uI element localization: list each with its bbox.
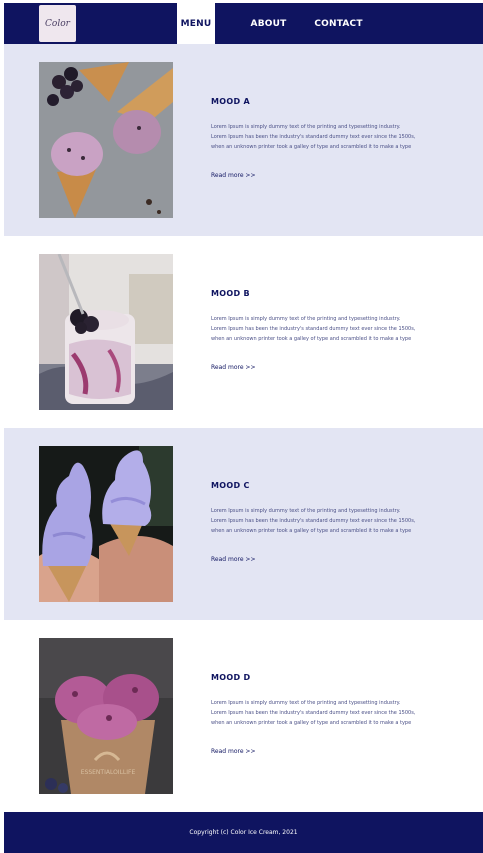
mood-section-d: ESSENTIALOILLIFE MOOD D Lorem Ipsum is s… <box>4 620 483 812</box>
nav-menu[interactable]: MENU <box>177 3 215 44</box>
mood-d-line-3: when an unknown printer took a galley of… <box>211 720 412 726</box>
photo-watermark: ESSENTIALOILLIFE <box>81 769 136 776</box>
mood-d-title: MOOD D <box>211 673 251 682</box>
mood-d-line-1: Lorem Ipsum is simply dummy text of the … <box>211 700 401 706</box>
logo-text: Color <box>45 18 70 29</box>
mood-b-photo <box>39 254 173 410</box>
mood-c-read-more-link[interactable]: Read more >> <box>211 556 256 563</box>
mood-d-photo: ESSENTIALOILLIFE <box>39 638 173 794</box>
mood-a-title: MOOD A <box>211 97 250 106</box>
mood-c-description: Lorem Ipsum is simply dummy text of the … <box>211 506 461 536</box>
mood-b-line-1: Lorem Ipsum is simply dummy text of the … <box>211 316 401 322</box>
mood-d-description: Lorem Ipsum is simply dummy text of the … <box>211 698 461 728</box>
mood-section-a: MOOD A Lorem Ipsum is simply dummy text … <box>4 44 483 236</box>
mood-c-title: MOOD C <box>211 481 250 490</box>
mood-b-line-2: Lorem Ipsum has been the industry's stan… <box>211 326 416 332</box>
mood-c-photo <box>39 446 173 602</box>
mood-b-title: MOOD B <box>211 289 250 298</box>
mood-b-description: Lorem Ipsum is simply dummy text of the … <box>211 314 461 344</box>
logo[interactable]: Color <box>39 5 76 42</box>
mood-b-line-3: when an unknown printer took a galley of… <box>211 336 412 342</box>
header: Color MENU ABOUT CONTACT <box>4 3 483 44</box>
mood-a-line-1: Lorem Ipsum is simply dummy text of the … <box>211 124 401 130</box>
mood-c-line-3: when an unknown printer took a galley of… <box>211 528 412 534</box>
page: Color MENU ABOUT CONTACT MOOD A Lorem Ip… <box>4 3 483 853</box>
nav-bar: MENU ABOUT CONTACT <box>177 3 362 44</box>
mood-a-line-2: Lorem Ipsum has been the industry's stan… <box>211 134 416 140</box>
mood-a-description: Lorem Ipsum is simply dummy text of the … <box>211 122 461 152</box>
nav-contact[interactable]: CONTACT <box>314 3 362 44</box>
mood-section-b: MOOD B Lorem Ipsum is simply dummy text … <box>4 236 483 428</box>
mood-c-line-1: Lorem Ipsum is simply dummy text of the … <box>211 508 401 514</box>
mood-a-line-3: when an unknown printer took a galley of… <box>211 144 412 150</box>
footer: Copyright (c) Color Ice Cream, 2021 <box>4 812 483 853</box>
mood-a-read-more-link[interactable]: Read more >> <box>211 172 256 179</box>
nav-about[interactable]: ABOUT <box>250 3 287 44</box>
mood-a-photo <box>39 62 173 218</box>
mood-section-c: MOOD C Lorem Ipsum is simply dummy text … <box>4 428 483 620</box>
mood-b-read-more-link[interactable]: Read more >> <box>211 364 256 371</box>
copyright-text: Copyright (c) Color Ice Cream, 2021 <box>189 829 298 836</box>
mood-d-read-more-link[interactable]: Read more >> <box>211 748 256 755</box>
mood-c-line-2: Lorem Ipsum has been the industry's stan… <box>211 518 416 524</box>
mood-d-line-2: Lorem Ipsum has been the industry's stan… <box>211 710 416 716</box>
